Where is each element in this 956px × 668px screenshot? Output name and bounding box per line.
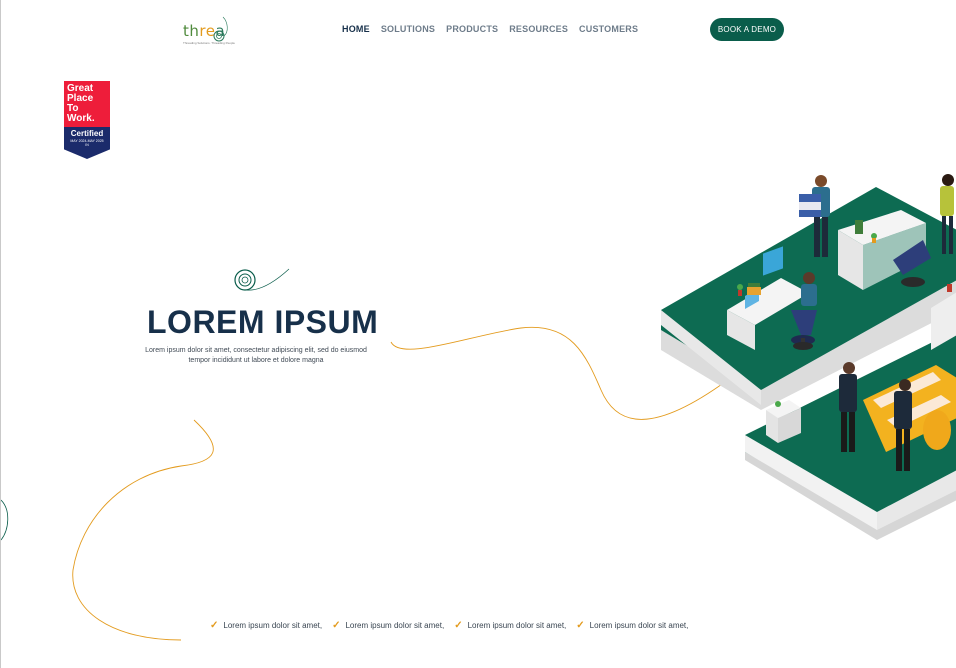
great-place-to-work-badge: Great Place To Work. Certified MAY 2024-…: [64, 81, 110, 159]
feature-item: ✓ Lorem ipsum dolor sit amet,: [454, 620, 567, 631]
feature-item: ✓ Lorem ipsum dolor sit amet,: [210, 620, 323, 631]
nav-item-resources[interactable]: RESOURCES: [509, 24, 568, 34]
brand-logo[interactable]: threa Threading Solutions. Threading Peo…: [181, 16, 235, 46]
check-icon: ✓: [576, 620, 585, 631]
nav-item-home[interactable]: HOME: [342, 24, 370, 34]
feature-list: ✓ Lorem ipsum dolor sit amet, ✓ Lorem ip…: [210, 620, 688, 631]
check-icon: ✓: [332, 620, 341, 631]
logo-tagline: Threading Solutions. Threading People: [183, 41, 235, 45]
book-demo-button[interactable]: BOOK A DEMO: [710, 18, 784, 41]
spiral-thread-icon: [234, 268, 290, 291]
hero-title: LOREM IPSUM: [147, 304, 379, 340]
main-nav: HOME SOLUTIONS PRODUCTS RESOURCES CUSTOM…: [342, 24, 638, 34]
check-icon: ✓: [210, 620, 219, 631]
hero-subtitle: Lorem ipsum dolor sit amet, consectetur …: [145, 347, 367, 364]
office-illustration: [661, 174, 956, 540]
nav-item-customers[interactable]: CUSTOMERS: [579, 24, 638, 34]
nav-item-products[interactable]: PRODUCTS: [446, 24, 498, 34]
feature-item: ✓ Lorem ipsum dolor sit amet,: [576, 620, 689, 631]
badge-title: Great Place To Work.: [64, 81, 110, 127]
feature-item: ✓ Lorem ipsum dolor sit amet,: [332, 620, 445, 631]
badge-certified-panel: Certified MAY 2024-MAY 2025 IN: [64, 127, 110, 159]
check-icon: ✓: [454, 620, 463, 631]
nav-item-solutions[interactable]: SOLUTIONS: [381, 24, 435, 34]
